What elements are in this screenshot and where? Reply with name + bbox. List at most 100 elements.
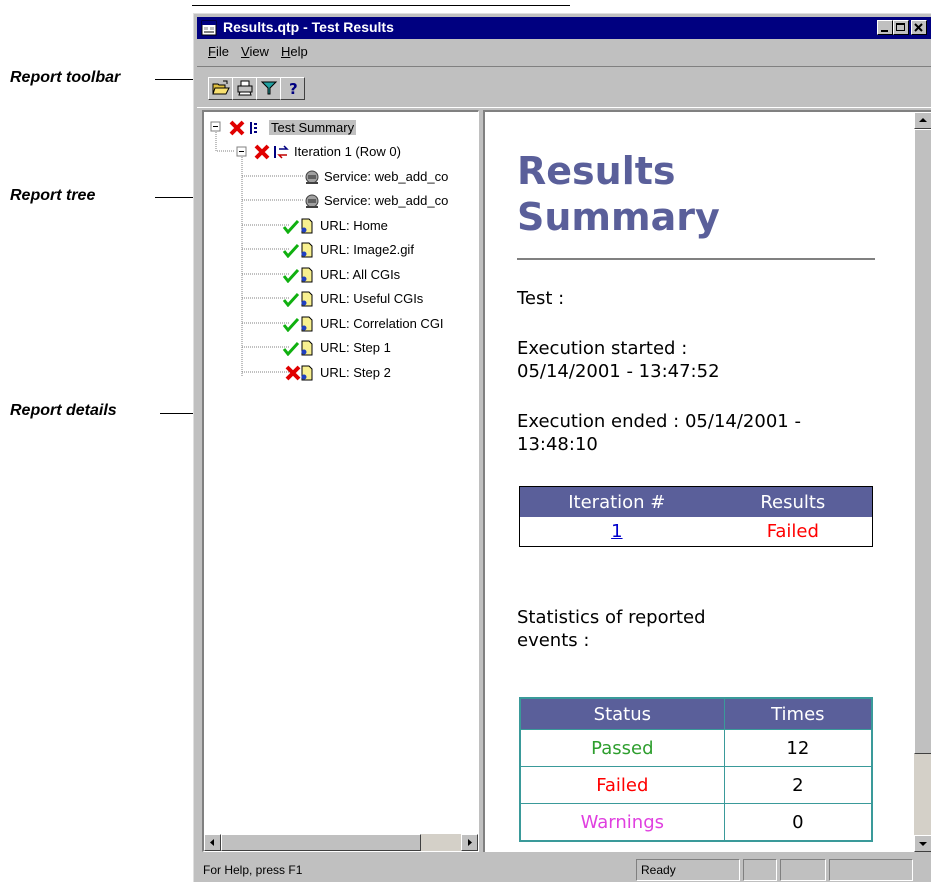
tree-node-service[interactable]: Service: web_add_co [304,191,478,211]
iteration-table: Iteration # Results 1 Failed [519,486,873,547]
callout-report-tree: Report tree [10,187,96,204]
tree-node-url-step-2[interactable]: URL: Step 2 [282,363,477,383]
tree-label: URL: Useful CGIs [320,291,424,306]
tree-node-url-image2[interactable]: URL: Image2.gif [282,240,477,260]
page-icon [301,267,313,283]
statistics-label: Statistics of reported events : [517,606,706,652]
report-tree[interactable]: Test Summary Iteration 1 (Row 0) Service… [202,110,479,852]
window-title: Results.qtp - Test Results [223,19,394,35]
tree-label: Test Summary [269,120,357,135]
menu-bar: File View Help [197,41,931,61]
failed-icon [254,144,270,160]
scroll-right-button[interactable] [461,834,478,851]
arrow-left-icon [210,839,214,846]
passed-icon [282,268,300,283]
help-button[interactable]: ? [280,77,305,100]
title-divider [517,258,875,260]
service-icon [305,194,319,208]
tree-node-url-home[interactable]: URL: Home [282,216,477,236]
details-vertical-scrollbar[interactable] [914,112,931,852]
execution-started-value: 05/14/2001 - 13:47:52 [517,361,720,382]
status-help-text: For Help, press F1 [203,863,303,877]
tree-node-iteration[interactable]: Iteration 1 (Row 0) [252,142,476,162]
menu-help[interactable]: Help [281,44,308,59]
tree-node-url-all-cgis[interactable]: URL: All CGIs [282,265,477,285]
callout-report-toolbar: Report toolbar [10,69,121,86]
passed-icon [282,341,300,356]
arrow-down-icon [919,842,927,846]
passed-icon [282,317,300,332]
tree-node-url-useful-cgis[interactable]: URL: Useful CGIs [282,289,477,309]
tree-label: URL: Correlation CGI [320,316,444,331]
iteration-cell: 1 [520,517,714,547]
close-button[interactable] [911,20,927,35]
filter-button[interactable] [256,77,281,100]
tree-node-url-correlation-cgi[interactable]: URL: Correlation CGI [282,314,477,334]
table-row: 1 Failed [520,517,873,547]
tree-label: URL: Step 1 [320,340,391,355]
test-label: Test : [517,288,565,309]
print-button[interactable] [232,77,257,100]
open-button[interactable] [208,77,233,100]
title-bar[interactable]: Results.qtp - Test Results [197,17,931,39]
minimize-icon [881,30,888,32]
page-icon [301,291,313,307]
times-cell: 12 [723,729,873,767]
top-rule [192,5,570,6]
passed-icon [282,243,300,258]
report-details: Results Summary Test : Execution started… [483,110,931,852]
tree-node-url-step-1[interactable]: URL: Step 1 [282,338,477,358]
tree-horizontal-scrollbar[interactable] [204,834,478,851]
menu-view[interactable]: View [241,44,269,59]
tree-node-service[interactable]: Service: web_add_co [304,167,478,187]
tree-label: Iteration 1 (Row 0) [294,144,401,159]
times-cell: 2 [723,766,873,804]
statistics-label-line-2: events : [517,630,590,651]
scroll-left-button[interactable] [204,834,221,851]
help-icon: ? [289,80,298,96]
execution-started: Execution started : 05/14/2001 - 13:47:5… [517,337,720,383]
tree-node-test-summary[interactable]: Test Summary [226,118,476,138]
iteration-header: Iteration # [519,486,714,517]
iteration-icon [274,145,289,159]
filter-icon [260,81,278,95]
status-pane [743,859,777,881]
menu-file[interactable]: File [208,44,229,59]
status-cell-passed: Passed [519,729,725,767]
tree-label: URL: Step 2 [320,365,391,380]
scroll-up-button[interactable] [914,112,931,129]
tree-label: Service: web_add_co [324,193,449,208]
minimize-button[interactable] [877,20,893,35]
maximize-button[interactable] [893,20,909,35]
page-icon [301,316,313,332]
results-header: Results [713,486,873,517]
iteration-link[interactable]: 1 [611,521,622,542]
callout-line-toolbar [155,79,195,80]
passed-icon [282,219,300,234]
tree-label: URL: Home [320,218,388,233]
passed-icon [282,292,300,307]
arrow-up-icon [919,118,927,122]
scroll-thumb[interactable] [914,129,931,754]
close-icon [914,23,923,32]
arrow-right-icon [468,839,472,846]
table-row: Warnings 0 [519,803,873,842]
status-pane [780,859,826,881]
page-icon [301,340,313,356]
statistics-table: Status Times Passed 12 Failed 2 Warnings… [519,697,873,842]
page-icon [301,218,313,234]
scroll-down-button[interactable] [914,835,931,852]
scroll-thumb[interactable] [221,834,421,851]
status-cell-warnings: Warnings [519,803,725,842]
execution-ended: Execution ended : 05/14/2001 - 13:48:10 [517,410,887,456]
svg-text:?: ? [289,80,298,96]
maximize-icon [896,23,905,31]
result-cell: Failed [766,521,819,542]
status-bar: For Help, press F1 Ready [197,859,931,881]
service-icon [305,170,319,184]
failed-icon [229,120,245,136]
callout-report-details: Report details [10,402,117,419]
report-toolbar: ? [197,66,931,108]
tree-label: URL: All CGIs [320,267,401,282]
test-summary-icon [250,122,257,134]
